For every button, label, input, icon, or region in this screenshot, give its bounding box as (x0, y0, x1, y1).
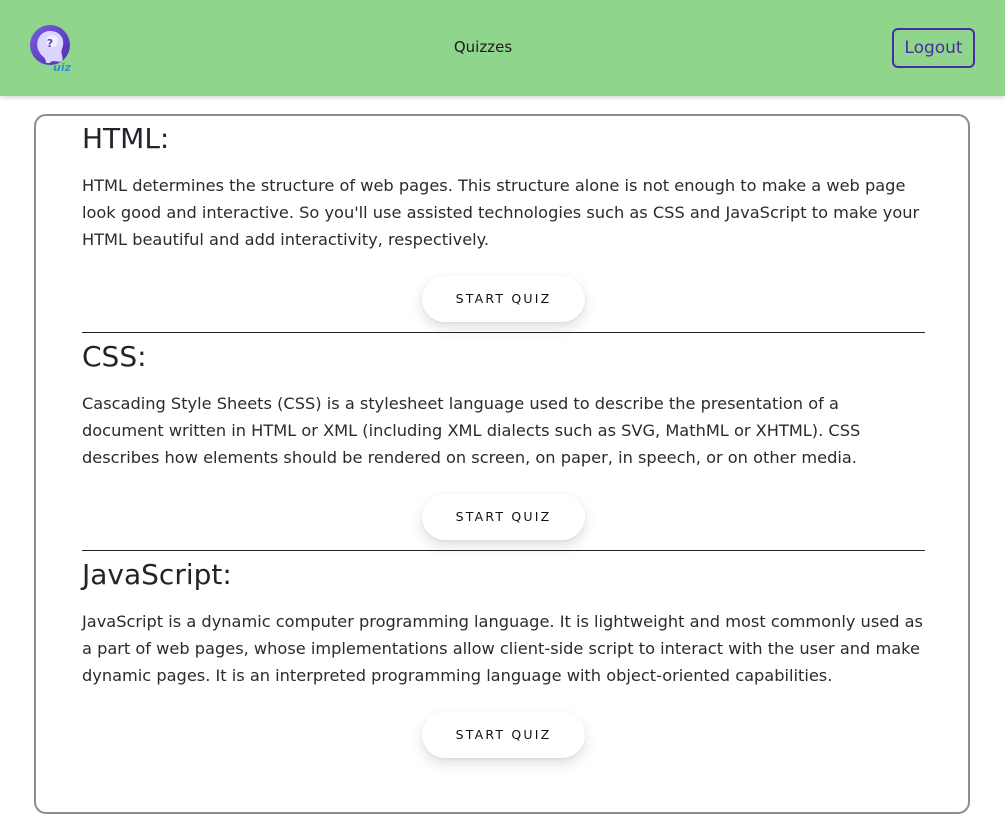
page-title: Quizzes (453, 38, 513, 56)
topic-description: HTML determines the structure of web pag… (82, 176, 920, 249)
topic-description: JavaScript is a dynamic computer program… (82, 612, 923, 685)
topic-title: HTML: (82, 122, 170, 155)
topic-html: HTML: HTML determines the structure of w… (82, 122, 925, 322)
topic-title: JavaScript: (82, 558, 232, 591)
top-navbar: ? uiz Quizzes Logout (0, 0, 1005, 96)
topic-description: Cascading Style Sheets (CSS) is a styles… (82, 394, 861, 467)
section-divider (82, 550, 925, 551)
start-quiz-button-css[interactable]: START QUIZ (422, 494, 585, 540)
svg-text:uiz: uiz (53, 61, 72, 74)
topic-css: CSS: Cascading Style Sheets (CSS) is a s… (82, 340, 925, 540)
topic-title: CSS: (82, 340, 147, 373)
start-quiz-button-html[interactable]: START QUIZ (422, 276, 585, 322)
logout-button[interactable]: Logout (892, 28, 975, 68)
start-quiz-button-javascript[interactable]: START QUIZ (422, 712, 585, 758)
topic-javascript: JavaScript: JavaScript is a dynamic comp… (82, 558, 925, 758)
section-divider (82, 332, 925, 333)
